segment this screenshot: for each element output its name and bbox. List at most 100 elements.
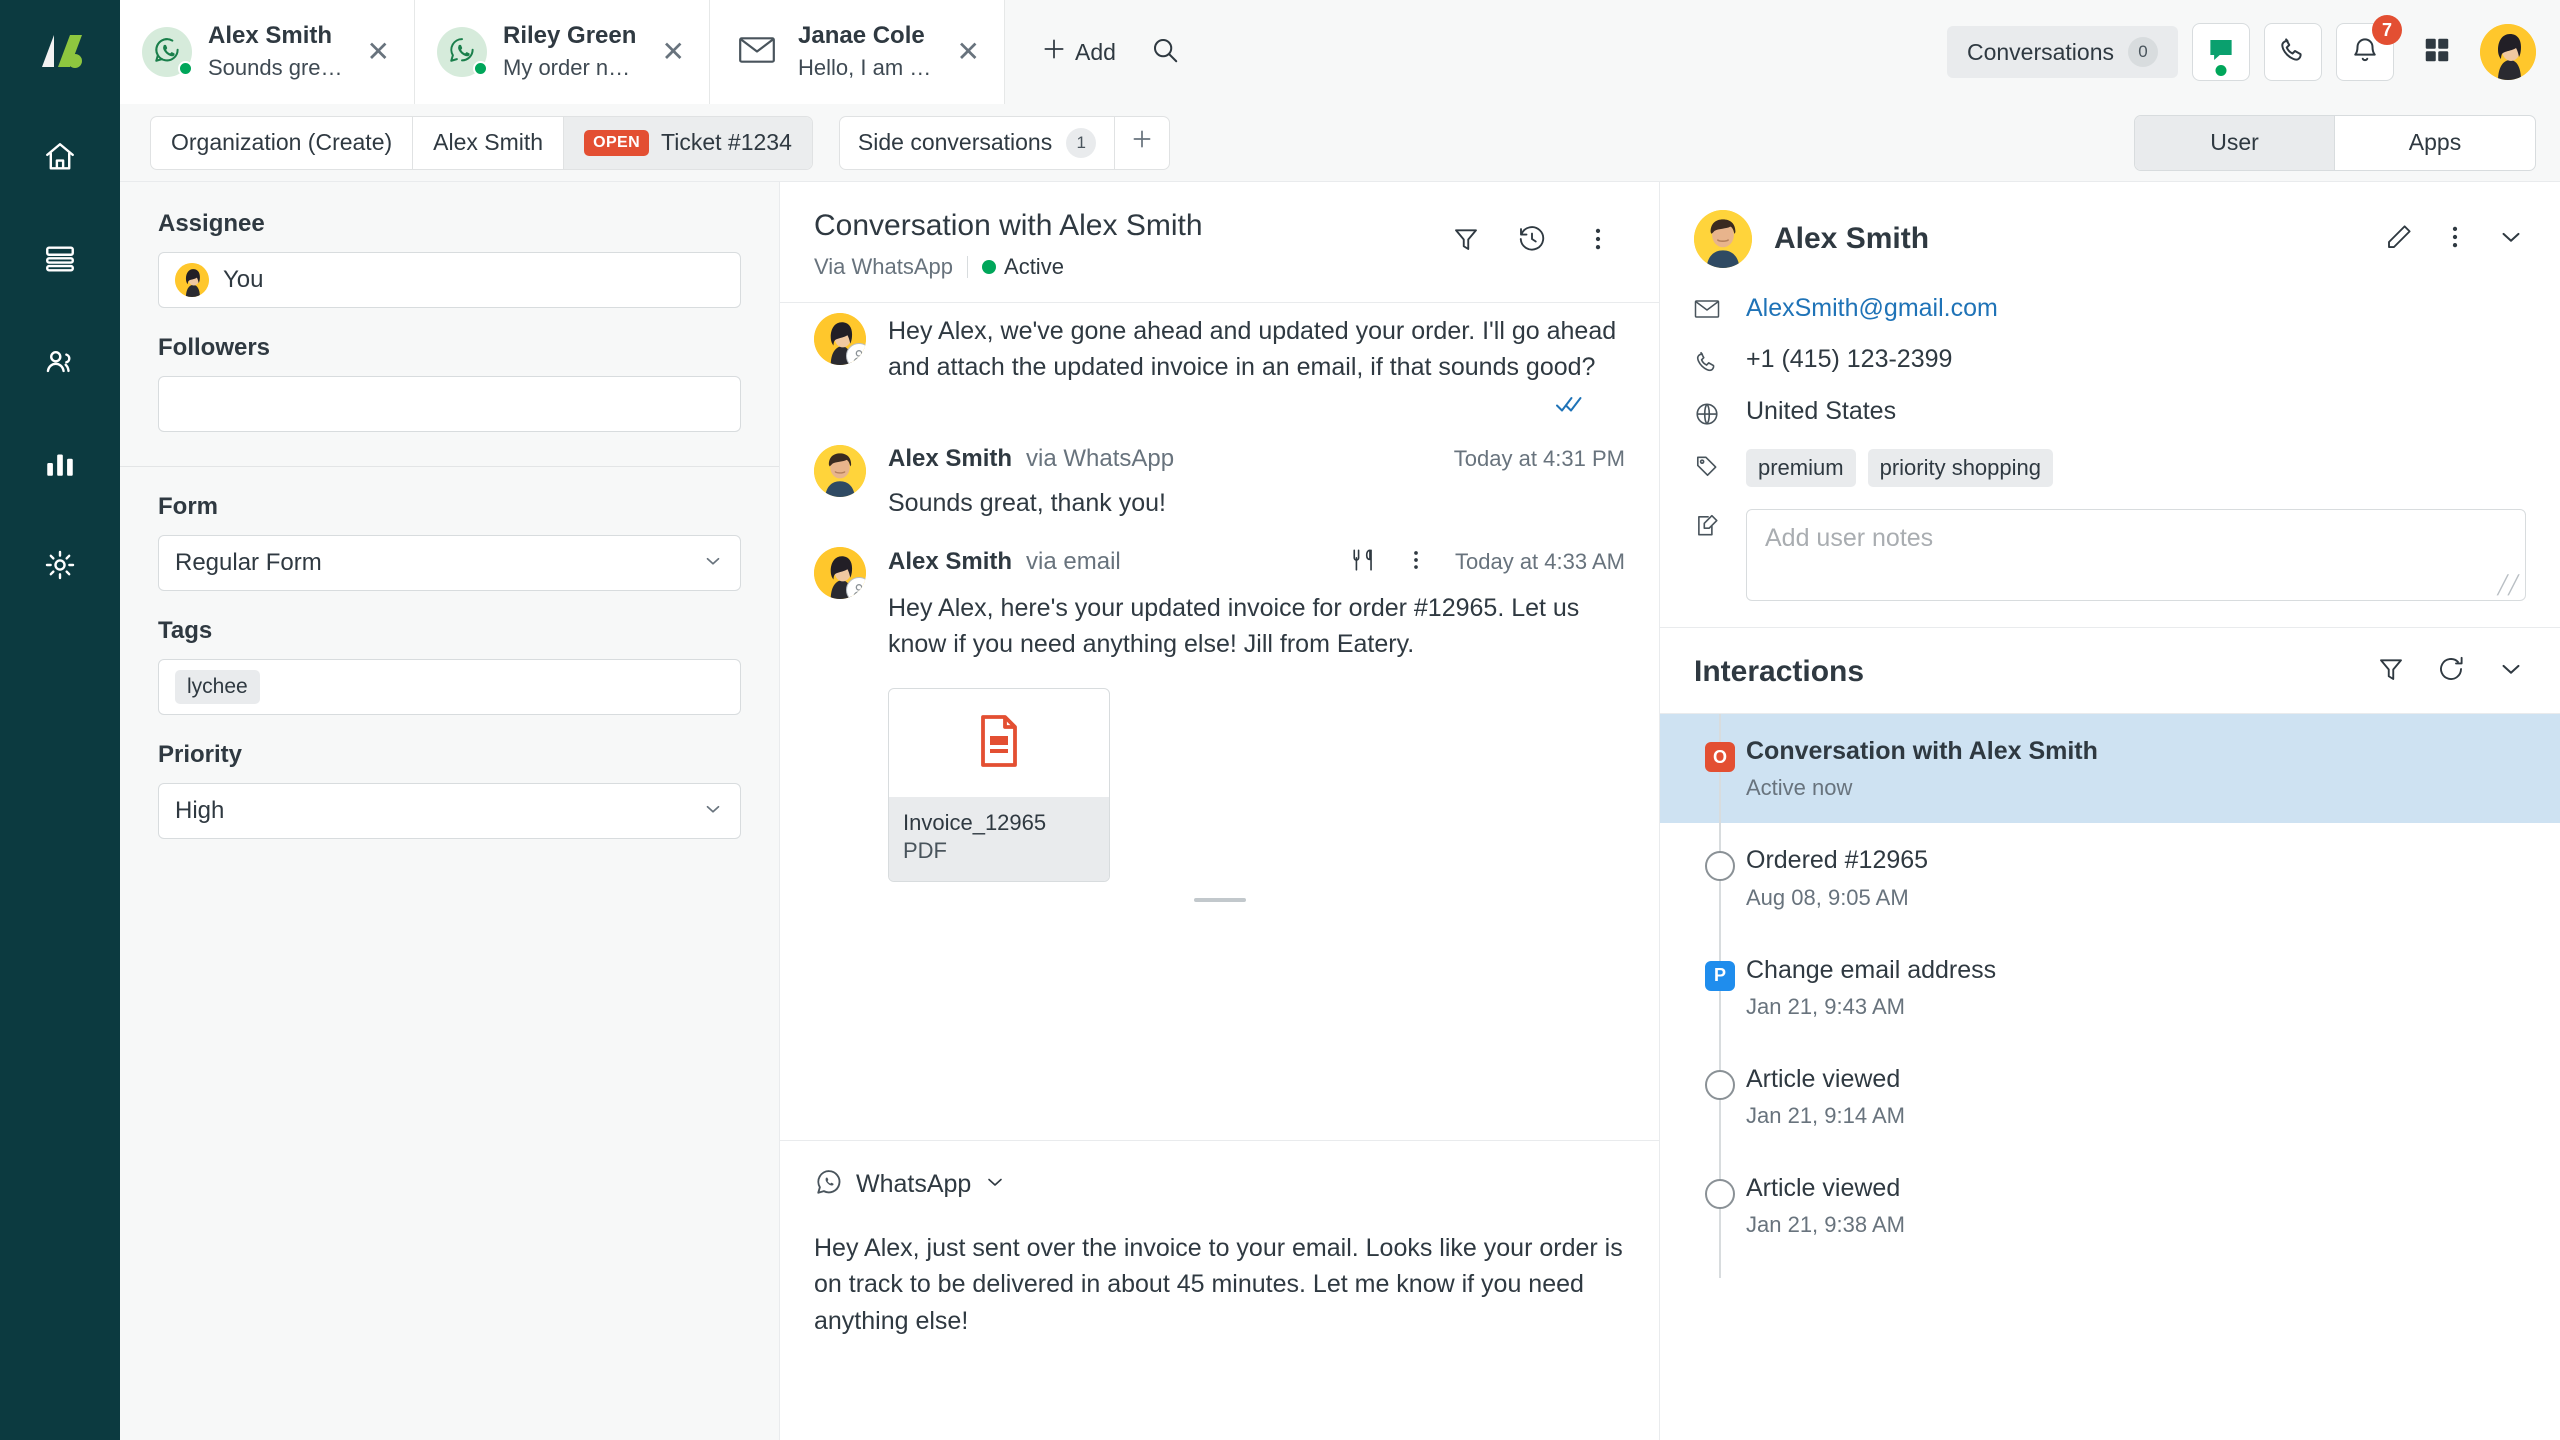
timeline-text: Ordered #12965 Aug 08, 9:05 AM <box>1746 845 2526 910</box>
history-button[interactable] <box>1505 214 1559 268</box>
grid-icon <box>2422 35 2452 70</box>
breadcrumb-item-organization[interactable]: Organization (Create) <box>151 116 414 169</box>
close-icon[interactable]: ✕ <box>361 32 396 72</box>
timeline-item-article-viewed[interactable]: Article viewed Jan 21, 9:14 AM <box>1660 1023 2560 1169</box>
sidebar-item-customers[interactable] <box>29 330 91 392</box>
user-notes-input[interactable]: Add user notes ╱╱ <box>1746 509 2526 601</box>
breadcrumb: Organization (Create) Alex Smith OPEN Ti… <box>150 115 813 170</box>
tab-apps[interactable]: Apps <box>2335 116 2535 170</box>
contacts-icon <box>43 344 77 378</box>
conversation-tab-riley-green[interactable]: Riley Green My order number is 19... ✕ <box>415 0 710 104</box>
app-logo[interactable] <box>29 22 91 84</box>
composer-input[interactable]: Hey Alex, just sent over the invoice to … <box>814 1230 1625 1339</box>
user-email[interactable]: AlexSmith@gmail.com <box>1746 294 1998 323</box>
main-column: Alex Smith Sounds great, thank you! ✕ Ri… <box>120 0 2560 1440</box>
composer-resize-handle[interactable] <box>814 882 1625 912</box>
assignee-group: Assignee You Followers <box>120 210 779 432</box>
timeline-item-conversation[interactable]: O Conversation with Alex Smith Active no… <box>1660 714 2560 842</box>
composer-channel-select[interactable]: WhatsApp <box>814 1167 1625 1202</box>
tag-chip[interactable]: lychee <box>175 670 260 704</box>
assignee-field[interactable]: You <box>158 252 741 308</box>
message-body: Alex Smith via WhatsApp Today at 4:31 PM… <box>888 445 1625 521</box>
page-title: Conversation with Alex Smith <box>814 209 1203 242</box>
priority-select[interactable]: High <box>158 783 741 839</box>
chevron-down-icon <box>983 1170 1007 1199</box>
conversation-more-button[interactable] <box>1571 214 1625 268</box>
user-details-panel: Alex Smith AlexSmith@gmail.com +1 (415) … <box>1660 182 2560 1440</box>
timeline-label: Change email address <box>1746 955 1997 984</box>
agent-badge-icon <box>846 576 866 599</box>
sidebar-item-settings[interactable] <box>29 534 91 596</box>
conversation-tab-snippet: Sounds great, thank you! <box>208 55 345 81</box>
timeline-rail <box>1694 805 1746 951</box>
message-text: Hey Alex, we've gone ahead and updated y… <box>888 317 1617 382</box>
top-bar-right: Conversations 0 7 <box>1946 0 2536 104</box>
user-tag[interactable]: premium <box>1746 449 1856 487</box>
sidebar-item-views[interactable] <box>29 228 91 290</box>
interactions-title: Interactions <box>1694 654 1865 688</box>
drag-bar[interactable] <box>1193 898 1246 903</box>
conversation-tab-text: Alex Smith Sounds great, thank you! <box>208 21 345 83</box>
conversation-tab-name: Alex Smith <box>208 22 333 50</box>
refresh-icon[interactable] <box>2436 654 2466 689</box>
read-receipt <box>888 394 1625 419</box>
more-vertical-icon[interactable] <box>1403 547 1429 578</box>
sidebar-item-reporting[interactable] <box>29 432 91 494</box>
filter-button[interactable] <box>1439 214 1493 268</box>
message-thread[interactable]: Hey Alex, we've gone ahead and updated y… <box>780 303 1659 1140</box>
search-icon <box>1150 35 1180 70</box>
edit-pencil-icon[interactable] <box>2384 222 2414 257</box>
attachment-info: Invoice_12965 PDF <box>889 797 1109 882</box>
side-conversations-button[interactable]: Side conversations 1 <box>840 116 1116 169</box>
close-icon[interactable]: ✕ <box>656 32 691 72</box>
followers-field[interactable] <box>158 376 741 432</box>
phone-icon <box>1694 345 1720 375</box>
chevron-down-icon[interactable] <box>2496 222 2526 257</box>
user-tags-row: premium priority shopping <box>1694 449 2526 487</box>
avatar <box>732 27 782 77</box>
assignee-label: Assignee <box>158 210 265 237</box>
form-select[interactable]: Regular Form <box>158 535 741 591</box>
user-header-actions <box>2384 222 2526 257</box>
search-button[interactable] <box>1138 25 1192 79</box>
resize-grip-icon[interactable]: ╱╱ <box>2497 575 2519 596</box>
gear-icon <box>43 548 77 582</box>
sidebar-item-home[interactable] <box>29 126 91 188</box>
conversation-tabs: Alex Smith Sounds great, thank you! ✕ Ri… <box>120 0 1005 104</box>
interactions-timeline[interactable]: O Conversation with Alex Smith Active no… <box>1660 714 2560 1440</box>
apps-grid-button[interactable] <box>2408 23 2466 81</box>
user-tag[interactable]: priority shopping <box>1867 449 2054 487</box>
more-vertical-icon[interactable] <box>2440 222 2470 257</box>
timeline-label: Conversation with Alex Smith <box>1746 737 2098 765</box>
attachment-card[interactable]: Invoice_12965 PDF <box>888 688 1110 883</box>
filter-icon[interactable] <box>2376 654 2406 689</box>
conversations-pill[interactable]: Conversations 0 <box>1946 26 2178 78</box>
close-icon[interactable]: ✕ <box>951 32 986 72</box>
message-meta-icons: Today at 4:31 PM <box>1454 446 1625 472</box>
tags-field[interactable]: lychee <box>158 659 741 715</box>
call-button[interactable] <box>2264 23 2322 81</box>
add-button[interactable]: Add <box>1027 26 1130 78</box>
cutlery-icon[interactable] <box>1351 547 1377 578</box>
breadcrumb-item-user[interactable]: Alex Smith <box>413 116 565 169</box>
tab-user[interactable]: User <box>2135 115 2335 170</box>
followers-label: Followers <box>158 334 271 361</box>
main-content: Assignee You Followers Form Regular Form… <box>120 182 2560 1440</box>
form-group: Form Regular Form Tags lychee Priority H… <box>120 493 779 839</box>
timeline-rail: P <box>1694 914 1746 1060</box>
globe-icon <box>1694 397 1720 427</box>
timeline-item-article-viewed[interactable]: Article viewed Jan 21, 9:38 AM <box>1660 1133 2560 1279</box>
user-name: Alex Smith <box>1774 222 1930 255</box>
breadcrumb-item-ticket[interactable]: OPEN Ticket #1234 <box>564 116 812 169</box>
timeline-item-change-email[interactable]: P Change email address Jan 21, 9:43 AM <box>1660 914 2560 1060</box>
avatar <box>814 546 866 599</box>
chevron-down-icon[interactable] <box>2496 654 2526 689</box>
conversation-tab-janae-cole[interactable]: Janae Cole Hello, I am having an is... ✕ <box>710 0 1005 104</box>
add-side-conversation-button[interactable] <box>1115 117 1169 169</box>
notifications-button[interactable]: 7 <box>2336 15 2402 81</box>
conversation-tab-alex-smith[interactable]: Alex Smith Sounds great, thank you! ✕ <box>120 0 415 104</box>
priority-value: High <box>175 797 225 824</box>
timeline-item-order[interactable]: Ordered #12965 Aug 08, 9:05 AM <box>1660 805 2560 951</box>
chat-status-button[interactable] <box>2192 23 2250 81</box>
current-user-avatar[interactable] <box>2480 24 2536 80</box>
